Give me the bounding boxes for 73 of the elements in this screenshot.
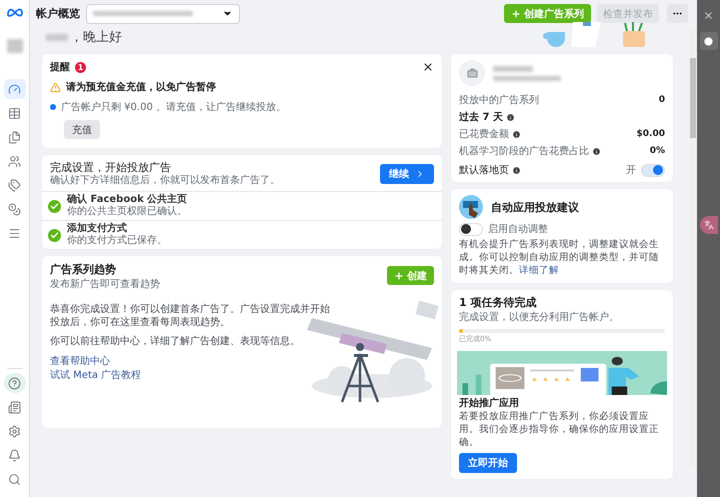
pages-icon [8,130,21,144]
tags-icon [8,178,21,192]
plus-icon [511,8,521,18]
greeting-text: ，晚上好 [70,29,122,46]
promo-description: 若要投放应用推广广告系列，你必须设置应用。我们会逐步指导你，确保你的应用设置正确。 [459,411,660,450]
history-button[interactable] [700,32,718,50]
settings-icon [8,424,21,438]
help-link[interactable]: 查看帮助中心 [50,354,110,368]
tasks-title: 1 项任务待完成 [459,296,538,310]
stat-heading: 过去 7 天 [459,110,503,124]
status-dot [50,104,56,110]
stat-label: 默认落地页 [459,164,509,177]
balance-message: 广告帐户只剩 ¥0.00 。请充值，让广告继续投放。 [61,100,286,114]
toggle-switch[interactable] [641,164,665,176]
help-link[interactable]: 试试 Meta 广告教程 [50,368,142,382]
auto-apply-description: 有机会提升广告系列表现时，调整建议就会生成。你可以控制自动应用的调整类型，并可随时将其关闭。详细了解 [459,239,660,278]
stat-label: 投放中的广告系列 [459,94,539,107]
redacted-name [46,34,68,40]
plus-icon [394,270,404,281]
toggle-label: 启用自动调整 [488,222,548,236]
stat-value: 0% [650,146,665,156]
tasks-subtitle: 完成设置，以便充分利用广告帐户。 [459,312,620,324]
people-icon [8,154,21,168]
create-campaign-button[interactable]: 创建广告系列 [504,4,591,23]
step-description: 你的支付方式已保存。 [67,235,167,248]
translate-button[interactable] [700,216,718,234]
recharge-button[interactable]: 充值 [64,120,100,139]
promo-title: 开始推广应用 [459,398,520,410]
trends-paragraph: 恭喜你完成设置！你可以创建首条广告了。广告设置完成并开始投放后，你可在这里查看每周表现趋势。 [50,303,330,330]
redacted-account-avatar [6,39,22,53]
meta-logo-icon [6,8,22,17]
notification-badge: 1 [75,62,86,72]
newspaper-icon [8,400,21,414]
table-icon [8,106,21,120]
auto-apply-title: 自动应用投放建议 [491,200,579,214]
help-icon [8,376,21,390]
briefcase-icon [466,68,478,78]
step-title: 添加支付方式 [67,223,128,234]
reminder-title: 提醒 [50,60,70,74]
toggle-switch[interactable] [459,222,483,236]
redacted-account-name [493,66,533,72]
menu-icon [8,226,21,240]
stat-label: 已花费金额 [459,128,509,141]
translate-icon [704,220,714,230]
coins-icon [8,202,21,216]
sidebar-item[interactable] [4,79,26,99]
setup-title: 完成设置，开始投放广告 [50,161,172,174]
stat-label: 机器学习阶段的广告花费占比 [459,144,589,158]
search-icon [8,472,21,486]
bell-icon [8,448,21,462]
stat-value: $0.00 [636,129,665,139]
warning-text: 请为预充值金充值，以免广告暂停 [66,80,216,94]
toggle-state-label: 开 [626,164,636,177]
warning-icon [50,82,61,92]
trends-paragraph: 你可以前往帮助中心，详细了解广告创建、表现等信息。 [50,335,301,348]
step-description: 你的公共主页权限已确认。 [67,206,188,218]
create-button[interactable]: 创建 [387,266,434,286]
redacted-account-id [493,76,561,80]
trends-title: 广告系列趋势 [50,262,117,278]
close-icon[interactable] [422,61,434,73]
close-icon [703,10,714,20]
sidebar-item[interactable] [4,373,26,393]
setup-subtitle: 确认好下方详细信息后，你就可以发布首条广告了。 [50,175,281,188]
scrollbar[interactable] [689,28,697,468]
page-title: 帐户概览 [36,6,80,21]
dashboard-icon [8,82,21,96]
learn-more-link[interactable]: 详细了解 [519,264,559,276]
step-title: 确认 Facebook 公共主页 [67,194,188,206]
hand-on-screen-icon [459,195,483,219]
continue-button[interactable]: 继续 [380,164,434,184]
trends-subtitle: 发布新广告即可查看趋势 [50,278,160,292]
start-now-button[interactable]: 立即开始 [459,453,517,474]
stat-value: 0 [658,95,665,105]
